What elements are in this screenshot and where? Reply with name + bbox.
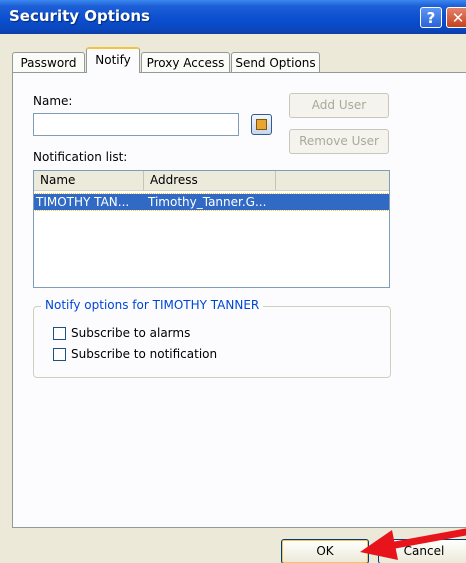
tab-proxy-access[interactable]: Proxy Access <box>141 52 230 72</box>
column-header-address[interactable]: Address <box>144 171 276 190</box>
row-name-cell: TIMOTHY TAN... <box>36 195 130 209</box>
tab-password[interactable]: Password <box>12 52 85 72</box>
ok-label: OK <box>316 544 334 558</box>
cancel-label: Cancel <box>403 544 445 558</box>
question-mark-icon: ? <box>426 9 436 27</box>
tab-proxy-access-label: Proxy Access <box>146 56 225 70</box>
subscribe-alarms-checkbox[interactable] <box>53 327 66 340</box>
tab-notify[interactable]: Notify <box>86 47 140 73</box>
cancel-button[interactable]: Cancel <box>378 539 466 563</box>
name-label: Name: <box>33 94 73 108</box>
subscribe-alarms-label[interactable]: Subscribe to alarms <box>71 326 190 340</box>
title-bar[interactable]: Security Options ? ✕ <box>0 0 466 34</box>
subscribe-notification-checkbox[interactable] <box>53 348 66 361</box>
list-row[interactable]: TIMOTHY TAN... Timothy_Tanner.G... <box>34 193 389 211</box>
security-options-dialog: Security Options ? ✕ Password Notify Pro… <box>0 0 466 563</box>
remove-user-label: Remove User <box>299 134 379 148</box>
tab-send-options-label: Send Options <box>235 56 316 70</box>
close-button[interactable]: ✕ <box>446 7 466 28</box>
tab-password-label: Password <box>20 56 77 70</box>
notification-list[interactable]: Name Address TIMOTHY TAN... Timothy_Tann… <box>33 170 390 288</box>
notification-list-label: Notification list: <box>33 150 128 164</box>
close-icon: ✕ <box>451 9 465 27</box>
list-header: Name Address <box>34 171 389 191</box>
help-button[interactable]: ? <box>420 7 442 28</box>
column-header-name-label: Name <box>40 173 76 187</box>
add-user-label: Add User <box>311 98 367 112</box>
remove-user-button[interactable]: Remove User <box>289 129 389 154</box>
ok-button[interactable]: OK <box>281 539 369 563</box>
tab-notify-label: Notify <box>95 53 131 67</box>
tab-send-options[interactable]: Send Options <box>231 52 320 72</box>
subscribe-notification-label[interactable]: Subscribe to notification <box>71 347 217 361</box>
add-user-button[interactable]: Add User <box>289 93 389 118</box>
window-title: Security Options <box>9 7 150 25</box>
notify-options-legend: Notify options for TIMOTHY TANNER <box>41 298 264 312</box>
row-address-cell: Timothy_Tanner.G... <box>148 195 267 209</box>
notify-options-group <box>33 306 391 378</box>
column-header-address-label: Address <box>150 173 198 187</box>
column-header-name[interactable]: Name <box>34 171 144 190</box>
name-input[interactable] <box>33 113 239 136</box>
address-book-icon <box>256 119 267 130</box>
address-book-button[interactable] <box>251 114 272 135</box>
